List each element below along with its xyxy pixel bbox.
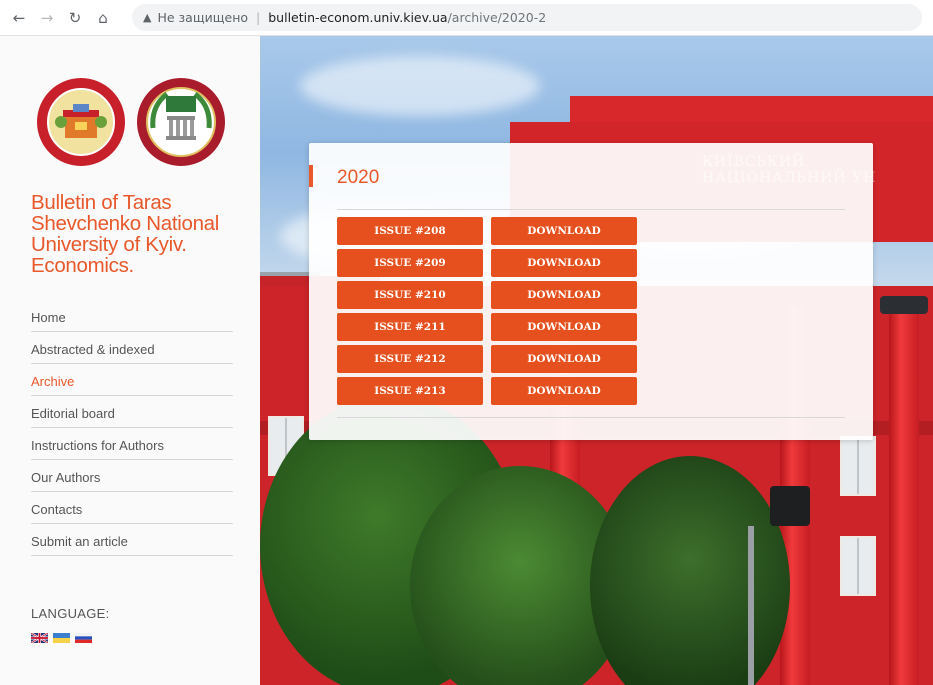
address-bar[interactable]: ▲ Не защищено | bulletin-econom.univ.kie… [132,4,922,31]
issue-208-button[interactable]: ISSUE #208 [337,217,483,245]
site-title[interactable]: Bulletin of Taras Shevchenko National Un… [31,192,246,276]
issue-211-button[interactable]: ISSUE #211 [337,313,483,341]
issue-212-button[interactable]: ISSUE #212 [337,345,483,373]
menu-item-home[interactable]: Home [31,301,233,332]
security-status[interactable]: Не защищено [157,10,248,25]
language-flags [31,633,92,643]
flag-ukraine-icon[interactable] [53,633,70,643]
column [889,314,919,685]
issue-row: ISSUE #212 DOWNLOAD [337,345,637,373]
language-label: LANGUAGE: [31,606,110,621]
issue-row: ISSUE #209 DOWNLOAD [337,249,637,277]
window [840,436,876,496]
issue-row: ISSUE #210 DOWNLOAD [337,281,637,309]
issue-row: ISSUE #211 DOWNLOAD [337,313,637,341]
issue-213-button[interactable]: ISSUE #213 [337,377,483,405]
archive-year-title: 2020 [337,167,380,188]
logos [35,76,235,166]
issue-210-button[interactable]: ISSUE #210 [337,281,483,309]
divider [337,417,845,418]
menu-item-abstracted-indexed[interactable]: Abstracted & indexed [31,333,233,364]
download-209-button[interactable]: DOWNLOAD [491,249,637,277]
flag-uk-icon[interactable] [31,633,48,643]
building-roof [570,96,933,122]
forward-arrow-icon[interactable]: → [36,7,58,29]
archive-card: 2020 ISSUE #208 DOWNLOAD ISSUE #209 DOWN… [309,143,873,440]
page: КИЇВСЬКИЙ НАЦІОНАЛЬНИЙ УН [0,36,933,685]
column-capital [880,296,928,314]
issue-row: ISSUE #213 DOWNLOAD [337,377,637,405]
faculty-seal-logo[interactable] [135,76,227,168]
home-icon[interactable]: ⌂ [92,7,114,29]
back-arrow-icon[interactable]: ← [8,7,30,29]
traffic-light-pole [748,526,754,685]
menu-item-contacts[interactable]: Contacts [31,493,233,524]
traffic-light [770,486,810,526]
issue-row: ISSUE #208 DOWNLOAD [337,217,637,245]
download-211-button[interactable]: DOWNLOAD [491,313,637,341]
menu-item-instructions-for-authors[interactable]: Instructions for Authors [31,429,233,460]
main-menu: Home Abstracted & indexed Archive Editor… [31,301,233,556]
cloud [300,56,540,116]
download-213-button[interactable]: DOWNLOAD [491,377,637,405]
menu-item-our-authors[interactable]: Our Authors [31,461,233,492]
download-212-button[interactable]: DOWNLOAD [491,345,637,373]
url-host[interactable]: bulletin-econom.univ.kiev.ua [268,10,447,25]
reload-icon[interactable]: ↻ [64,7,86,29]
issue-list: ISSUE #208 DOWNLOAD ISSUE #209 DOWNLOAD … [337,217,637,409]
menu-item-editorial-board[interactable]: Editorial board [31,397,233,428]
window [840,536,876,596]
issue-209-button[interactable]: ISSUE #209 [337,249,483,277]
menu-item-archive[interactable]: Archive [31,365,233,396]
warning-triangle-icon[interactable]: ▲ [143,11,151,24]
divider [337,209,845,210]
university-seal-logo[interactable] [35,76,127,168]
download-208-button[interactable]: DOWNLOAD [491,217,637,245]
omnibox-separator: | [256,10,261,25]
download-210-button[interactable]: DOWNLOAD [491,281,637,309]
url-path[interactable]: /archive/2020-2 [448,10,547,25]
menu-item-submit-article[interactable]: Submit an article [31,525,233,556]
sidebar: Bulletin of Taras Shevchenko National Un… [0,36,260,685]
title-accent-bar [309,165,313,187]
flag-russia-icon[interactable] [75,633,92,643]
browser-toolbar: ← → ↻ ⌂ ▲ Не защищено | bulletin-econom.… [0,0,933,36]
